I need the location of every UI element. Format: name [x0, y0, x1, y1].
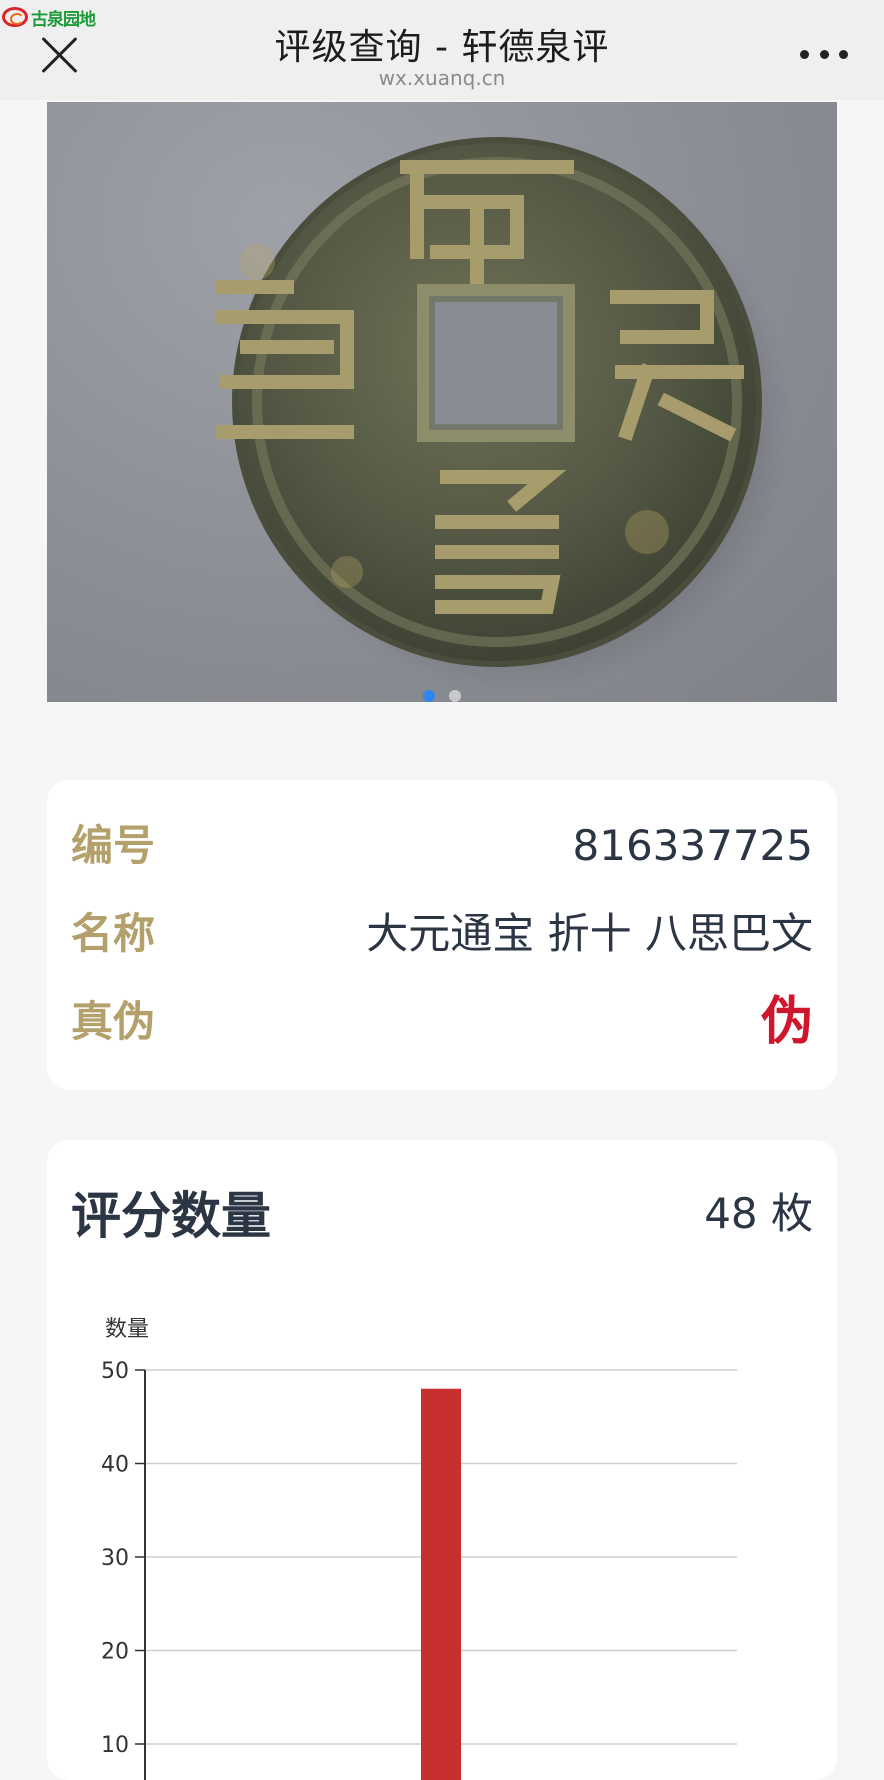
- serial-value: 816337725: [572, 821, 814, 870]
- y-tick-label: 10: [101, 1733, 129, 1758]
- page-title: 评级查询 - 轩德泉评: [274, 27, 610, 68]
- y-tick-label: 20: [101, 1640, 129, 1665]
- authenticity-value: 伪: [760, 992, 813, 1052]
- coin-info-card: 编号 816337725 名称 大元通宝 折十 八思巴文 真伪 伪: [47, 780, 837, 1090]
- info-row-authenticity: 真伪 伪: [71, 992, 813, 1052]
- nav-bar: 古泉园地 评级查询 - 轩德泉评 wx.xuanq.cn: [0, 0, 884, 100]
- info-row-serial: 编号 816337725: [71, 816, 813, 876]
- carousel-dot-active[interactable]: [423, 690, 435, 702]
- bar: [421, 1388, 461, 1780]
- y-tick-label: 50: [101, 1359, 129, 1384]
- serial-label: 编号: [71, 821, 156, 870]
- y-tick-label: 40: [101, 1453, 129, 1478]
- authenticity-label: 真伪: [71, 997, 156, 1046]
- carousel-indicator: [0, 690, 884, 702]
- y-tick-label: 30: [101, 1546, 129, 1571]
- page-url: wx.xuanq.cn: [378, 66, 506, 90]
- info-row-name: 名称 大元通宝 折十 八思巴文: [71, 904, 813, 964]
- score-count-card: 评分数量 48 枚 数量 10 20 30 40 50: [47, 1140, 837, 1780]
- carousel-dot[interactable]: [449, 690, 461, 702]
- name-label: 名称: [71, 909, 156, 958]
- more-options-icon[interactable]: [800, 48, 848, 60]
- name-value: 大元通宝 折十 八思巴文: [366, 909, 813, 958]
- y-axis-label: 数量: [105, 1317, 149, 1342]
- score-bar-chart: 数量 10 20 30 40 50: [101, 1317, 737, 1780]
- coin-photo[interactable]: [47, 102, 837, 702]
